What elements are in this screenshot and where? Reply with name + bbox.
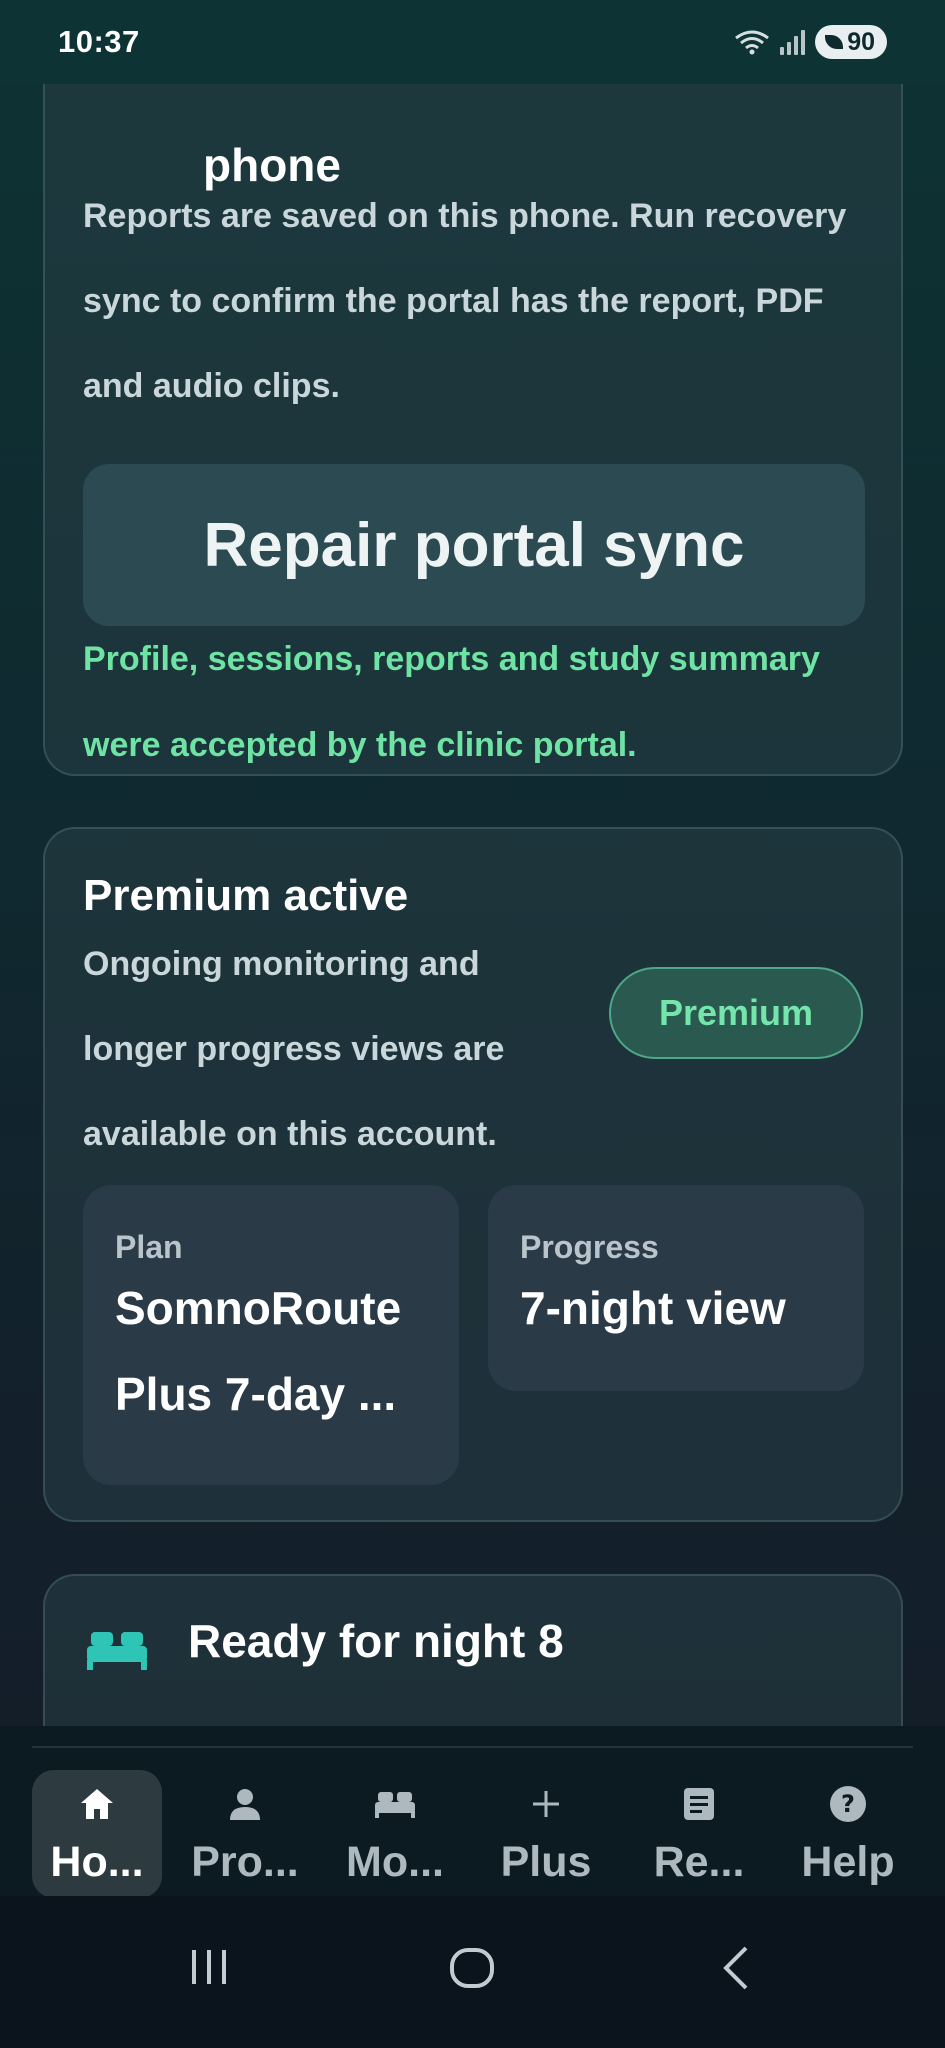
nav-label-home: Ho... bbox=[50, 1838, 144, 1886]
battery-indicator: 90 bbox=[815, 25, 887, 59]
progress-label: Progress bbox=[520, 1229, 659, 1265]
home-system-icon[interactable] bbox=[448, 1944, 496, 1992]
recent-apps-icon[interactable] bbox=[186, 1944, 232, 1990]
back-icon[interactable] bbox=[718, 1944, 754, 1992]
person-icon bbox=[228, 1784, 262, 1824]
nav-label-reports: Re... bbox=[653, 1838, 745, 1886]
svg-text:?: ? bbox=[841, 1790, 855, 1818]
premium-title: Premium active bbox=[83, 871, 409, 920]
repair-portal-sync-button[interactable]: Repair portal sync bbox=[83, 464, 865, 626]
plan-label: Plan bbox=[115, 1229, 183, 1265]
nav-item-help[interactable]: ? Help bbox=[783, 1770, 913, 1898]
nav-label-help: Help bbox=[801, 1838, 895, 1886]
status-bar: 10:37 90 bbox=[0, 0, 945, 84]
sync-status-text: Profile, sessions, reports and study sum… bbox=[83, 640, 820, 764]
progress-tile: Progress 7-night view bbox=[488, 1185, 864, 1391]
premium-badge: Premium bbox=[609, 967, 863, 1059]
status-icons: 90 bbox=[734, 25, 887, 59]
plan-value: SomnoRoute Plus 7-day ... bbox=[115, 1282, 402, 1420]
night-card[interactable]: Ready for night 8 bbox=[43, 1574, 903, 1736]
nav-label-plus: Plus bbox=[500, 1838, 592, 1886]
bed-icon bbox=[374, 1784, 416, 1824]
plus-icon bbox=[530, 1784, 562, 1824]
sync-card: phone Reports are saved on this phone. R… bbox=[43, 84, 903, 776]
premium-card: Premium active Ongoing monitoring and lo… bbox=[43, 827, 903, 1522]
nav-item-profile[interactable]: Pro... bbox=[180, 1770, 310, 1898]
status-time: 10:37 bbox=[58, 24, 140, 59]
main-content[interactable]: phone Reports are saved on this phone. R… bbox=[0, 84, 945, 1736]
progress-value: 7-night view bbox=[520, 1282, 786, 1334]
nav-item-home[interactable]: Ho... bbox=[32, 1770, 162, 1898]
battery-level: 90 bbox=[847, 27, 875, 56]
signal-icon bbox=[780, 29, 806, 55]
nav-divider bbox=[32, 1746, 913, 1748]
sync-card-body: Reports are saved on this phone. Run rec… bbox=[83, 197, 847, 405]
system-navigation-bar bbox=[0, 1896, 945, 2048]
night-card-title: Ready for night 8 bbox=[188, 1615, 564, 1667]
home-icon bbox=[79, 1784, 115, 1824]
screen: 10:37 90 phone Reports are saved on this… bbox=[0, 0, 945, 2048]
bed-icon bbox=[87, 1632, 147, 1670]
nav-item-reports[interactable]: Re... bbox=[634, 1770, 764, 1898]
help-icon: ? bbox=[829, 1784, 867, 1824]
report-icon bbox=[683, 1784, 715, 1824]
plan-tile: Plan SomnoRoute Plus 7-day ... bbox=[83, 1185, 459, 1485]
nav-label-profile: Pro... bbox=[191, 1838, 299, 1886]
bottom-navigation: Ho... Pro... Mo... Plus Re... ? Help bbox=[0, 1726, 945, 1898]
nav-label-monitor: Mo... bbox=[346, 1838, 444, 1886]
wifi-icon bbox=[735, 30, 770, 55]
premium-description: Ongoing monitoring and longer progress v… bbox=[83, 945, 505, 1153]
nav-item-monitor[interactable]: Mo... bbox=[330, 1770, 460, 1898]
battery-saver-icon bbox=[825, 35, 844, 49]
nav-item-plus[interactable]: Plus bbox=[481, 1770, 611, 1898]
